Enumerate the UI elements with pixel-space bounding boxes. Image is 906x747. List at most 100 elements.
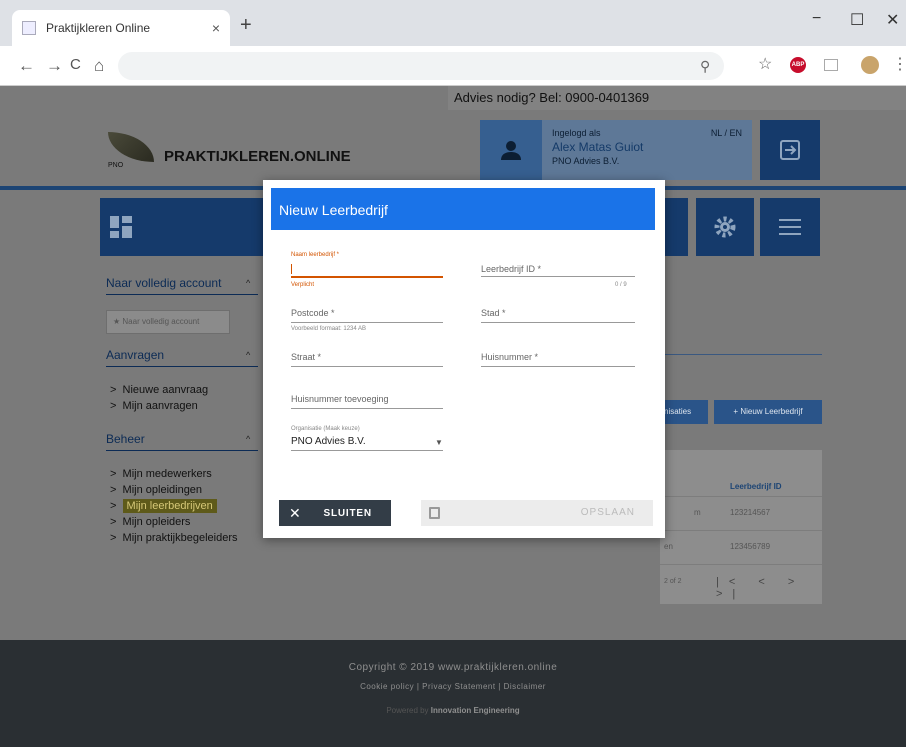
reload-icon[interactable]: C (70, 56, 81, 73)
postcode-field[interactable] (291, 322, 443, 323)
sidebar: Naar volledig account ^ ★ Naar volledig … (100, 266, 260, 606)
dashboard-icon[interactable] (110, 216, 132, 238)
browser-menu-icon[interactable]: ⋮ (892, 54, 906, 74)
settings-button[interactable] (696, 198, 754, 256)
close-button[interactable]: ✕ SLUITEN (279, 500, 391, 526)
street-field-label: Straat * (291, 352, 322, 362)
id-field-counter: 0 / 9 (615, 282, 627, 288)
sidebar-item-supervisors[interactable]: > Mijn praktijkbegeleiders (110, 532, 238, 544)
pagination[interactable]: |< < > >| (716, 576, 822, 600)
city-field[interactable] (481, 322, 635, 323)
sidebar-item-label: Mijn praktijkbegeleiders (122, 532, 238, 544)
name-field[interactable] (291, 276, 443, 278)
organisation-select-value[interactable]: PNO Advies B.V. (291, 436, 366, 447)
dialog-title: Nieuw Leerbedrijf (279, 202, 388, 218)
logo-text: PRAKTIJKLEREN.ONLINE (164, 148, 351, 165)
sidebar-item-companies[interactable]: > Mijn leerbedrijven (110, 499, 217, 513)
companies-table: Leerbedrijf ID m 123214567 en 123456789 … (660, 450, 822, 604)
close-icon: ✕ (289, 504, 302, 521)
column-header-id[interactable]: Leerbedrijf ID (730, 482, 782, 491)
tab-title: Praktijkleren Online (46, 21, 151, 35)
powered-by: Powered by Innovation Engineering (0, 706, 906, 715)
user-name: Alex Matas Guiot (552, 140, 644, 154)
chevron-up-icon[interactable]: ^ (246, 278, 250, 288)
user-organisation: PNO Advies B.V. (552, 156, 620, 166)
save-disk-icon (429, 507, 440, 519)
organisations-button[interactable]: nisaties (660, 400, 708, 424)
sidebar-item-new-request[interactable]: > Nieuwe aanvraag (110, 384, 208, 396)
sidebar-item-label: Mijn opleidingen (122, 484, 203, 496)
id-field[interactable] (481, 276, 635, 277)
table-cell: 123456789 (730, 542, 771, 551)
sidebar-head-account[interactable]: Naar volledig account (106, 276, 221, 290)
sidebar-head-requests[interactable]: Aanvragen (106, 348, 164, 362)
profile-avatar[interactable] (861, 56, 879, 74)
language-switch[interactable]: NL / EN (711, 128, 742, 138)
browser-toolbar: ← → C ⌂ ⚲ ☆ ABP ⋮ (0, 46, 906, 86)
save-button-label: OPSLAAN (580, 507, 635, 518)
logout-button[interactable] (760, 120, 820, 180)
back-icon[interactable]: ← (18, 56, 35, 76)
logged-in-label: Ingelogd als (552, 128, 601, 138)
logo-leaf-icon (108, 132, 154, 162)
panel-divider (660, 354, 822, 355)
forward-icon[interactable]: → (46, 56, 63, 76)
browser-tab[interactable]: Praktijkleren Online × (12, 10, 230, 46)
maximize-icon[interactable]: ☐ (850, 10, 864, 30)
city-field-label: Stad * (481, 308, 506, 318)
sidebar-item-label: Mijn opleiders (122, 516, 191, 528)
sidebar-divider (106, 366, 258, 367)
powered-prefix: Powered by (386, 706, 431, 715)
close-button-label: SLUITEN (323, 507, 372, 519)
chevron-up-icon[interactable]: ^ (246, 350, 250, 360)
save-button[interactable]: OPSLAAN (421, 500, 653, 526)
full-account-button[interactable]: ★ Naar volledig account (106, 310, 230, 334)
powered-link[interactable]: Innovation Engineering (431, 706, 520, 715)
logo-pno: PNO (108, 162, 124, 169)
sidebar-item-label: Mijn aanvragen (122, 400, 198, 412)
addition-field[interactable] (291, 408, 443, 409)
text-cursor (291, 264, 292, 274)
extension-icon[interactable] (824, 59, 838, 71)
sidebar-item-label: Mijn medewerkers (122, 468, 212, 480)
sidebar-item-label: Mijn leerbedrijven (122, 499, 217, 513)
hamburger-icon (779, 219, 801, 235)
table-cell: m (694, 508, 701, 517)
new-company-button[interactable]: + Nieuw Leerbedrijf (714, 400, 822, 424)
page-favicon-icon (22, 21, 36, 35)
dialog-header: Nieuw Leerbedrijf (271, 188, 655, 230)
page-info: 2 of 2 (664, 578, 682, 585)
home-icon[interactable]: ⌂ (94, 56, 104, 76)
street-field[interactable] (291, 366, 443, 367)
addition-field-label: Huisnummer toevoeging (291, 394, 389, 404)
user-box: Ingelogd als Alex Matas Guiot PNO Advies… (480, 120, 752, 180)
adblock-icon[interactable]: ABP (790, 57, 806, 73)
address-bar[interactable]: ⚲ (118, 52, 724, 80)
zoom-icon[interactable]: ⚲ (700, 58, 710, 75)
row-divider (660, 496, 822, 497)
sidebar-item-trainings[interactable]: > Mijn opleidingen (110, 484, 202, 496)
bookmark-star-icon[interactable]: ☆ (758, 54, 772, 74)
id-field-label: Leerbedrijf ID * (481, 264, 542, 274)
menu-button[interactable] (760, 198, 820, 256)
advice-bar: Advies nodig? Bel: 0900-0401369 (448, 86, 906, 110)
sidebar-item-trainers[interactable]: > Mijn opleiders (110, 516, 190, 528)
tab-close-icon[interactable]: × (212, 20, 220, 36)
sidebar-item-employees[interactable]: > Mijn medewerkers (110, 468, 212, 480)
organisation-select[interactable] (291, 450, 443, 451)
logout-icon (780, 140, 800, 160)
new-tab-icon[interactable]: + (240, 14, 252, 37)
housenumber-field-label: Huisnummer * (481, 352, 539, 362)
sidebar-head-manage[interactable]: Beheer (106, 432, 145, 446)
minimize-icon[interactable]: − (812, 10, 821, 28)
footer-links[interactable]: Cookie policy | Privacy Statement | Disc… (0, 682, 906, 691)
chevron-up-icon[interactable]: ^ (246, 434, 250, 444)
housenumber-field[interactable] (481, 366, 635, 367)
sidebar-item-label: Nieuwe aanvraag (122, 384, 209, 396)
name-field-label: Naam leerbedrijf * (291, 252, 340, 258)
dropdown-arrow-icon[interactable]: ▼ (435, 438, 443, 447)
gear-icon (714, 216, 736, 238)
sidebar-item-my-requests[interactable]: > Mijn aanvragen (110, 400, 198, 412)
window-close-icon[interactable]: ✕ (886, 10, 899, 30)
sidebar-divider (106, 450, 258, 451)
